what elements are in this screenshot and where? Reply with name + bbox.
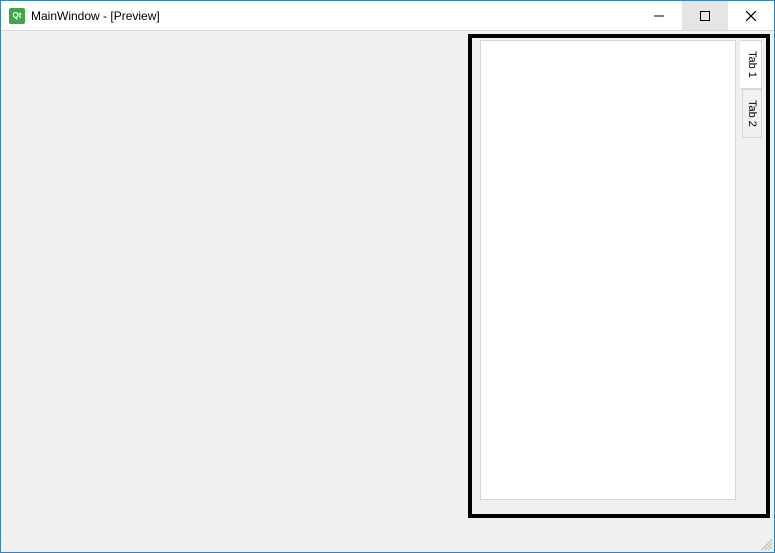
minimize-icon: [654, 11, 664, 21]
close-icon: [746, 11, 756, 21]
window-controls: [636, 1, 774, 30]
tab-1[interactable]: Tab 1: [740, 40, 762, 89]
tab-2[interactable]: Tab 2: [742, 89, 762, 138]
resize-grip-icon[interactable]: [758, 536, 772, 550]
close-button[interactable]: [728, 1, 774, 30]
tab-widget-content: [480, 40, 736, 500]
window-title: MainWindow - [Preview]: [31, 9, 160, 23]
client-area: Tab 1 Tab 2: [1, 31, 774, 552]
selection-outline: Tab 1 Tab 2: [468, 34, 770, 518]
app-icon: Qt: [9, 8, 25, 24]
tab-bar: Tab 1 Tab 2: [740, 40, 762, 138]
maximize-button[interactable]: [682, 1, 728, 30]
minimize-button[interactable]: [636, 1, 682, 30]
main-window: Qt MainWindow - [Preview] Tab 1 Tab 2: [0, 0, 775, 553]
titlebar[interactable]: Qt MainWindow - [Preview]: [1, 1, 774, 31]
maximize-icon: [700, 11, 710, 21]
